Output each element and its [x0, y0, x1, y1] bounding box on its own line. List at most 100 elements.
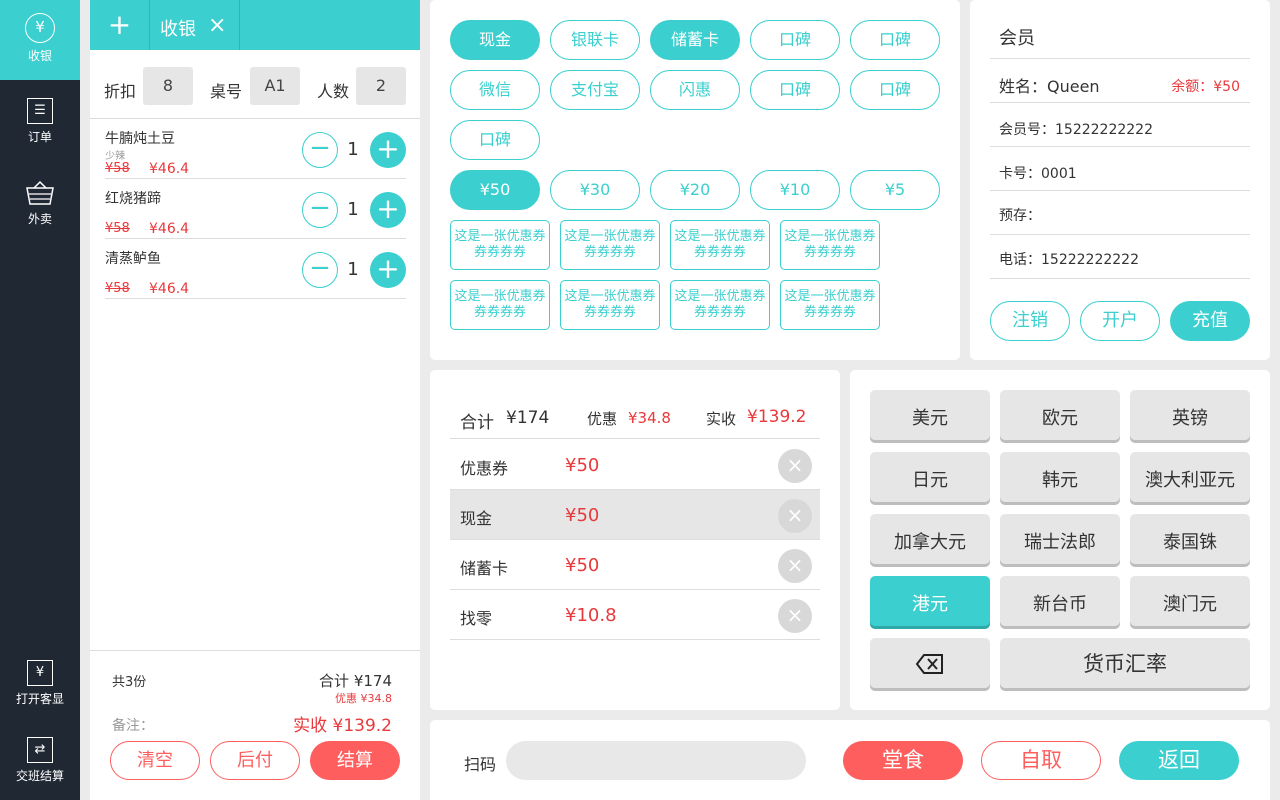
sidebar-item-orders[interactable]: ☰ 订单 [0, 98, 80, 158]
dine-in-button[interactable]: 堂食 [843, 741, 963, 780]
payment-row[interactable]: 现金 ¥50 × [450, 490, 820, 540]
remove-icon[interactable]: × [778, 549, 812, 583]
divider [990, 58, 1250, 59]
increase-quantity-button[interactable]: + [370, 132, 406, 168]
currency-button[interactable]: 韩元 [1000, 452, 1120, 502]
discount-field[interactable]: 8 [143, 67, 193, 105]
payment-row[interactable]: 找零 ¥10.8 × [450, 590, 820, 640]
yen-circle-icon: ¥ [25, 13, 55, 43]
close-icon[interactable]: × [208, 13, 226, 38]
sidebar-item-cashier[interactable]: ¥ 收银 [0, 0, 80, 80]
amount-button[interactable]: ¥20 [650, 170, 740, 210]
divider [90, 650, 420, 651]
divider [90, 118, 420, 119]
payment-method-button[interactable]: 银联卡 [550, 20, 640, 60]
member-deposit: 预存： [999, 208, 1041, 224]
payment-method-button[interactable]: 现金 [450, 20, 540, 60]
people-field[interactable]: 2 [356, 67, 406, 105]
payment-row[interactable]: 优惠券 ¥50 × [450, 440, 820, 490]
payment-method-button[interactable]: 储蓄卡 [650, 20, 740, 60]
currency-button[interactable]: 港元 [870, 576, 990, 626]
item-old-price: ¥58 [105, 281, 130, 296]
coupon-button[interactable]: 这是一张优惠券券券券券 [560, 220, 660, 270]
back-button[interactable]: 返回 [1119, 741, 1239, 780]
payment-row-amount: ¥50 [565, 505, 600, 526]
increase-quantity-button[interactable]: + [370, 192, 406, 228]
list-item[interactable]: 红烧猪蹄 ¥58 ¥46.4 − 1 + [90, 180, 420, 240]
payment-summary-card: 合计 ¥174 优惠 ¥34.8 实收 ¥139.2 优惠券 ¥50 × 现金 ¥50 ×… [430, 370, 840, 710]
currency-button[interactable]: 美元 [870, 390, 990, 440]
remove-icon[interactable]: × [778, 449, 812, 483]
clear-button[interactable]: 清空 [110, 741, 200, 780]
amount-button[interactable]: ¥50 [450, 170, 540, 210]
currency-button[interactable]: 英镑 [1130, 390, 1250, 440]
pickup-button[interactable]: 自取 [981, 741, 1101, 780]
payment-method-button[interactable]: 闪惠 [650, 70, 740, 110]
amount-button[interactable]: ¥30 [550, 170, 640, 210]
decrease-quantity-button[interactable]: − [302, 192, 338, 228]
tab-title: 收银 [160, 19, 196, 40]
coupon-button[interactable]: 这是一张优惠券券券券券 [450, 220, 550, 270]
decrease-quantity-button[interactable]: − [302, 252, 338, 288]
coupon-button[interactable]: 这是一张优惠券券券券券 [780, 280, 880, 330]
payment-method-button[interactable]: 微信 [450, 70, 540, 110]
tab-cashier[interactable]: 收银 × [150, 0, 240, 50]
recharge-button[interactable]: 充值 [1170, 301, 1250, 341]
cancel-membership-button[interactable]: 注销 [990, 301, 1070, 341]
order-actual: 实收 ¥139.2 [293, 716, 392, 736]
payment-method-button[interactable]: 口碑 [450, 120, 540, 160]
currency-button[interactable]: 澳门元 [1130, 576, 1250, 626]
sidebar-item-customer-display[interactable]: ¥ 打开客显 [0, 660, 80, 710]
currency-button[interactable]: 加拿大元 [870, 514, 990, 564]
amount-button[interactable]: ¥10 [750, 170, 840, 210]
exchange-rate-button[interactable]: 货币汇率 [1000, 638, 1250, 688]
sidebar-item-takeout[interactable]: 外卖 [0, 180, 80, 240]
decrease-quantity-button[interactable]: − [302, 132, 338, 168]
member-title: 会员 [999, 28, 1035, 49]
payment-method-button[interactable]: 支付宝 [550, 70, 640, 110]
increase-quantity-button[interactable]: + [370, 252, 406, 288]
coupon-button[interactable]: 这是一张优惠券券券券券 [670, 220, 770, 270]
payment-row-label: 现金 [460, 509, 493, 528]
item-new-price: ¥46.4 [149, 281, 190, 297]
remove-icon[interactable]: × [778, 599, 812, 633]
remark-label[interactable]: 备注： [112, 715, 154, 735]
member-balance: 余额：¥50 [1171, 79, 1240, 95]
coupon-button[interactable]: 这是一张优惠券券券券券 [560, 280, 660, 330]
list-item[interactable]: 牛腩炖土豆 少辣 ¥58 ¥46.4 − 1 + [90, 120, 420, 180]
item-quantity: 1 [347, 259, 359, 280]
coupon-button[interactable]: 这是一张优惠券券券券券 [780, 220, 880, 270]
amount-button[interactable]: ¥5 [850, 170, 940, 210]
remove-icon[interactable]: × [778, 499, 812, 533]
currency-button[interactable]: 日元 [870, 452, 990, 502]
currency-button[interactable]: 欧元 [1000, 390, 1120, 440]
list-item[interactable]: 清蒸鲈鱼 ¥58 ¥46.4 − 1 + [90, 240, 420, 300]
coupon-button[interactable]: 这是一张优惠券券券券券 [450, 280, 550, 330]
table-field[interactable]: A1 [250, 67, 300, 105]
payment-method-button[interactable]: 口碑 [850, 20, 940, 60]
payment-method-button[interactable]: 口碑 [750, 70, 840, 110]
currency-button[interactable]: 泰国铢 [1130, 514, 1250, 564]
payment-method-button[interactable]: 口碑 [850, 70, 940, 110]
currency-button[interactable]: 瑞士法郎 [1000, 514, 1120, 564]
open-account-button[interactable]: 开户 [1080, 301, 1160, 341]
backspace-button[interactable] [870, 638, 990, 688]
member-name: 姓名：Queen [999, 77, 1100, 96]
divider [450, 438, 820, 439]
divider [990, 146, 1250, 147]
order-discount: 优惠 ¥34.8 [335, 692, 392, 705]
payment-row[interactable]: 储蓄卡 ¥50 × [450, 540, 820, 590]
scan-input[interactable] [506, 741, 806, 780]
pay-later-button[interactable]: 后付 [210, 741, 300, 780]
coupon-button[interactable]: 这是一张优惠券券券券券 [670, 280, 770, 330]
currency-button[interactable]: 新台币 [1000, 576, 1120, 626]
payment-method-button[interactable]: 口碑 [750, 20, 840, 60]
sidebar-item-shift-settlement[interactable]: ⇄ 交班结算 [0, 737, 80, 787]
add-tab-button[interactable]: + [90, 0, 150, 50]
scan-label: 扫码 [464, 755, 497, 774]
item-note: 少辣 [105, 151, 125, 162]
currency-button[interactable]: 澳大利亚元 [1130, 452, 1250, 502]
payment-row-label: 优惠券 [460, 459, 509, 478]
settle-button[interactable]: 结算 [310, 741, 400, 780]
sidebar-item-label: 打开客显 [15, 692, 64, 706]
